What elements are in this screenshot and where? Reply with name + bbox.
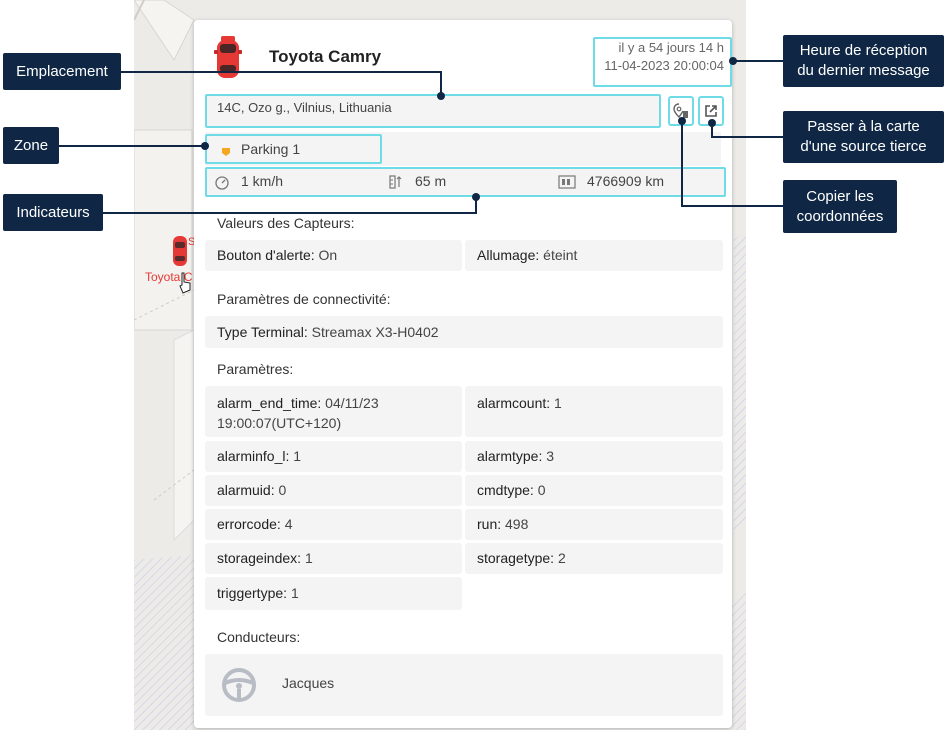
param-cell: cmdtype: 0 <box>465 475 723 506</box>
callout-emplacement: Emplacement <box>3 53 121 90</box>
altitude-value: 65 m <box>415 173 447 189</box>
last-message-timestamp: 11-04-2023 20:00:04 <box>604 58 724 73</box>
sensor-cell: Bouton d'alerte: On <box>205 240 462 271</box>
connectivity-title: Paramètres de connectivité: <box>217 291 391 307</box>
last-message-ago: il y a 54 jours 14 h <box>618 40 724 55</box>
param-cell: alarmuid: 0 <box>205 475 462 506</box>
address-text: 14C, Ozo g., Vilnius, Lithuania <box>217 100 392 115</box>
connector-line <box>59 145 205 147</box>
altitude-icon <box>388 174 404 190</box>
pointer-cursor-icon <box>178 272 192 294</box>
connector-line <box>711 136 783 138</box>
zone-name: Parking 1 <box>241 141 301 157</box>
sensors-title: Valeurs des Capteurs: <box>217 215 355 231</box>
vehicle-info-card: Toyota Camry il y a 54 jours 14 h 11-04-… <box>194 20 732 728</box>
param-cell: alarm_end_time: 04/11/23 19:00:07(UTC+12… <box>205 386 462 437</box>
connectivity-cell: Type Terminal: Streamax X3-H0402 <box>205 316 723 348</box>
param-cell: errorcode: 4 <box>205 509 462 540</box>
vehicle-icon <box>214 34 242 82</box>
connector-dot <box>201 142 209 150</box>
connector-line <box>103 212 477 214</box>
zone-icon <box>221 144 231 156</box>
param-cell: triggertype: 1 <box>205 577 462 610</box>
car-icon <box>214 36 242 78</box>
callout-passer: Passer à la carte d'une source tierce <box>783 111 944 163</box>
params-title: Paramètres: <box>217 361 294 377</box>
connector-line <box>683 205 783 207</box>
drivers-title: Conducteurs: <box>217 629 301 645</box>
vehicle-map-marker[interactable] <box>170 234 190 268</box>
callout-indicateurs: Indicateurs <box>3 194 103 231</box>
speed-value: 1 km/h <box>241 173 284 189</box>
connector-line <box>733 60 783 62</box>
mileage-value: 4766909 km <box>587 173 665 189</box>
connector-line <box>681 120 683 207</box>
connector-dot <box>678 117 686 125</box>
callout-zone: Zone <box>3 127 59 164</box>
param-cell: alarminfo_l: 1 <box>205 441 462 472</box>
connector-dot <box>708 119 716 127</box>
param-cell: run: 498 <box>465 509 723 540</box>
callout-copier: Copier les coordonnées <box>783 180 897 233</box>
connector-dot <box>437 92 445 100</box>
speedometer-icon <box>214 174 230 190</box>
param-cell: storagetype: 2 <box>465 543 723 574</box>
param-cell: alarmcount: 1 <box>465 386 723 437</box>
driver-row[interactable]: Jacques <box>205 654 723 716</box>
car-icon <box>173 236 187 266</box>
vehicle-name: Toyota Camry <box>269 47 382 66</box>
sensor-cell: Allumage: éteint <box>465 240 723 271</box>
odometer-icon <box>558 174 576 190</box>
param-cell: alarmtype: 3 <box>465 441 723 472</box>
connector-dot <box>729 57 737 65</box>
steering-wheel-icon <box>221 667 257 703</box>
connector-line <box>121 71 442 73</box>
param-cell: storageindex: 1 <box>205 543 462 574</box>
connector-dot <box>472 193 480 201</box>
callout-heure: Heure de réception du dernier message <box>783 35 944 87</box>
external-link-icon <box>705 105 717 117</box>
driver-name: Jacques <box>282 675 335 691</box>
